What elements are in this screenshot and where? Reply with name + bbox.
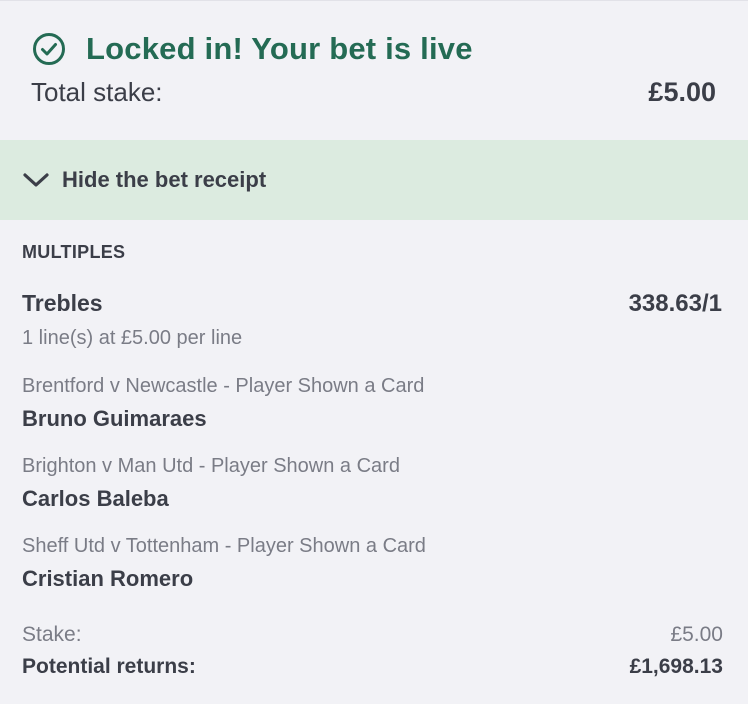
- selection-item: Brighton v Man Utd - Player Shown a Card…: [22, 455, 400, 512]
- confirmation-card: Locked in! Your bet is live Total stake:…: [0, 0, 748, 140]
- selection-market: Brighton v Man Utd - Player Shown a Card: [22, 455, 400, 477]
- potential-returns-value: £1,698.13: [629, 655, 723, 678]
- stake-value: £5.00: [670, 623, 723, 646]
- selection-market: Sheff Utd v Tottenham - Player Shown a C…: [22, 535, 426, 557]
- selection-player: Cristian Romero: [22, 566, 194, 591]
- confirmation-header: Locked in! Your bet is live: [32, 31, 473, 67]
- total-stake-value: £5.00: [648, 77, 716, 107]
- bet-odds: 338.63/1: [628, 290, 722, 317]
- selection-player: Bruno Guimaraes: [22, 406, 207, 431]
- stake-label: Stake:: [22, 623, 82, 646]
- total-stake-label: Total stake:: [31, 77, 163, 107]
- potential-returns-label: Potential returns:: [22, 655, 196, 678]
- bet-type: Trebles: [22, 290, 103, 316]
- selection-item: Brentford v Newcastle - Player Shown a C…: [22, 375, 424, 432]
- hide-receipt-toggle[interactable]: Hide the bet receipt: [0, 140, 748, 220]
- bet-lines-info: 1 line(s) at £5.00 per line: [22, 327, 243, 349]
- bet-confirmation-page: Locked in! Your bet is live Total stake:…: [0, 0, 748, 704]
- selection-player: Carlos Baleba: [22, 486, 169, 511]
- selection-item: Sheff Utd v Tottenham - Player Shown a C…: [22, 535, 426, 592]
- selection-market: Brentford v Newcastle - Player Shown a C…: [22, 375, 425, 397]
- toggle-label: Hide the bet receipt: [62, 167, 267, 192]
- section-title: MULTIPLES: [22, 242, 126, 262]
- check-circle-icon: [33, 33, 65, 65]
- chevron-down-icon: [23, 173, 49, 187]
- confirmation-title: Locked in! Your bet is live: [86, 31, 473, 66]
